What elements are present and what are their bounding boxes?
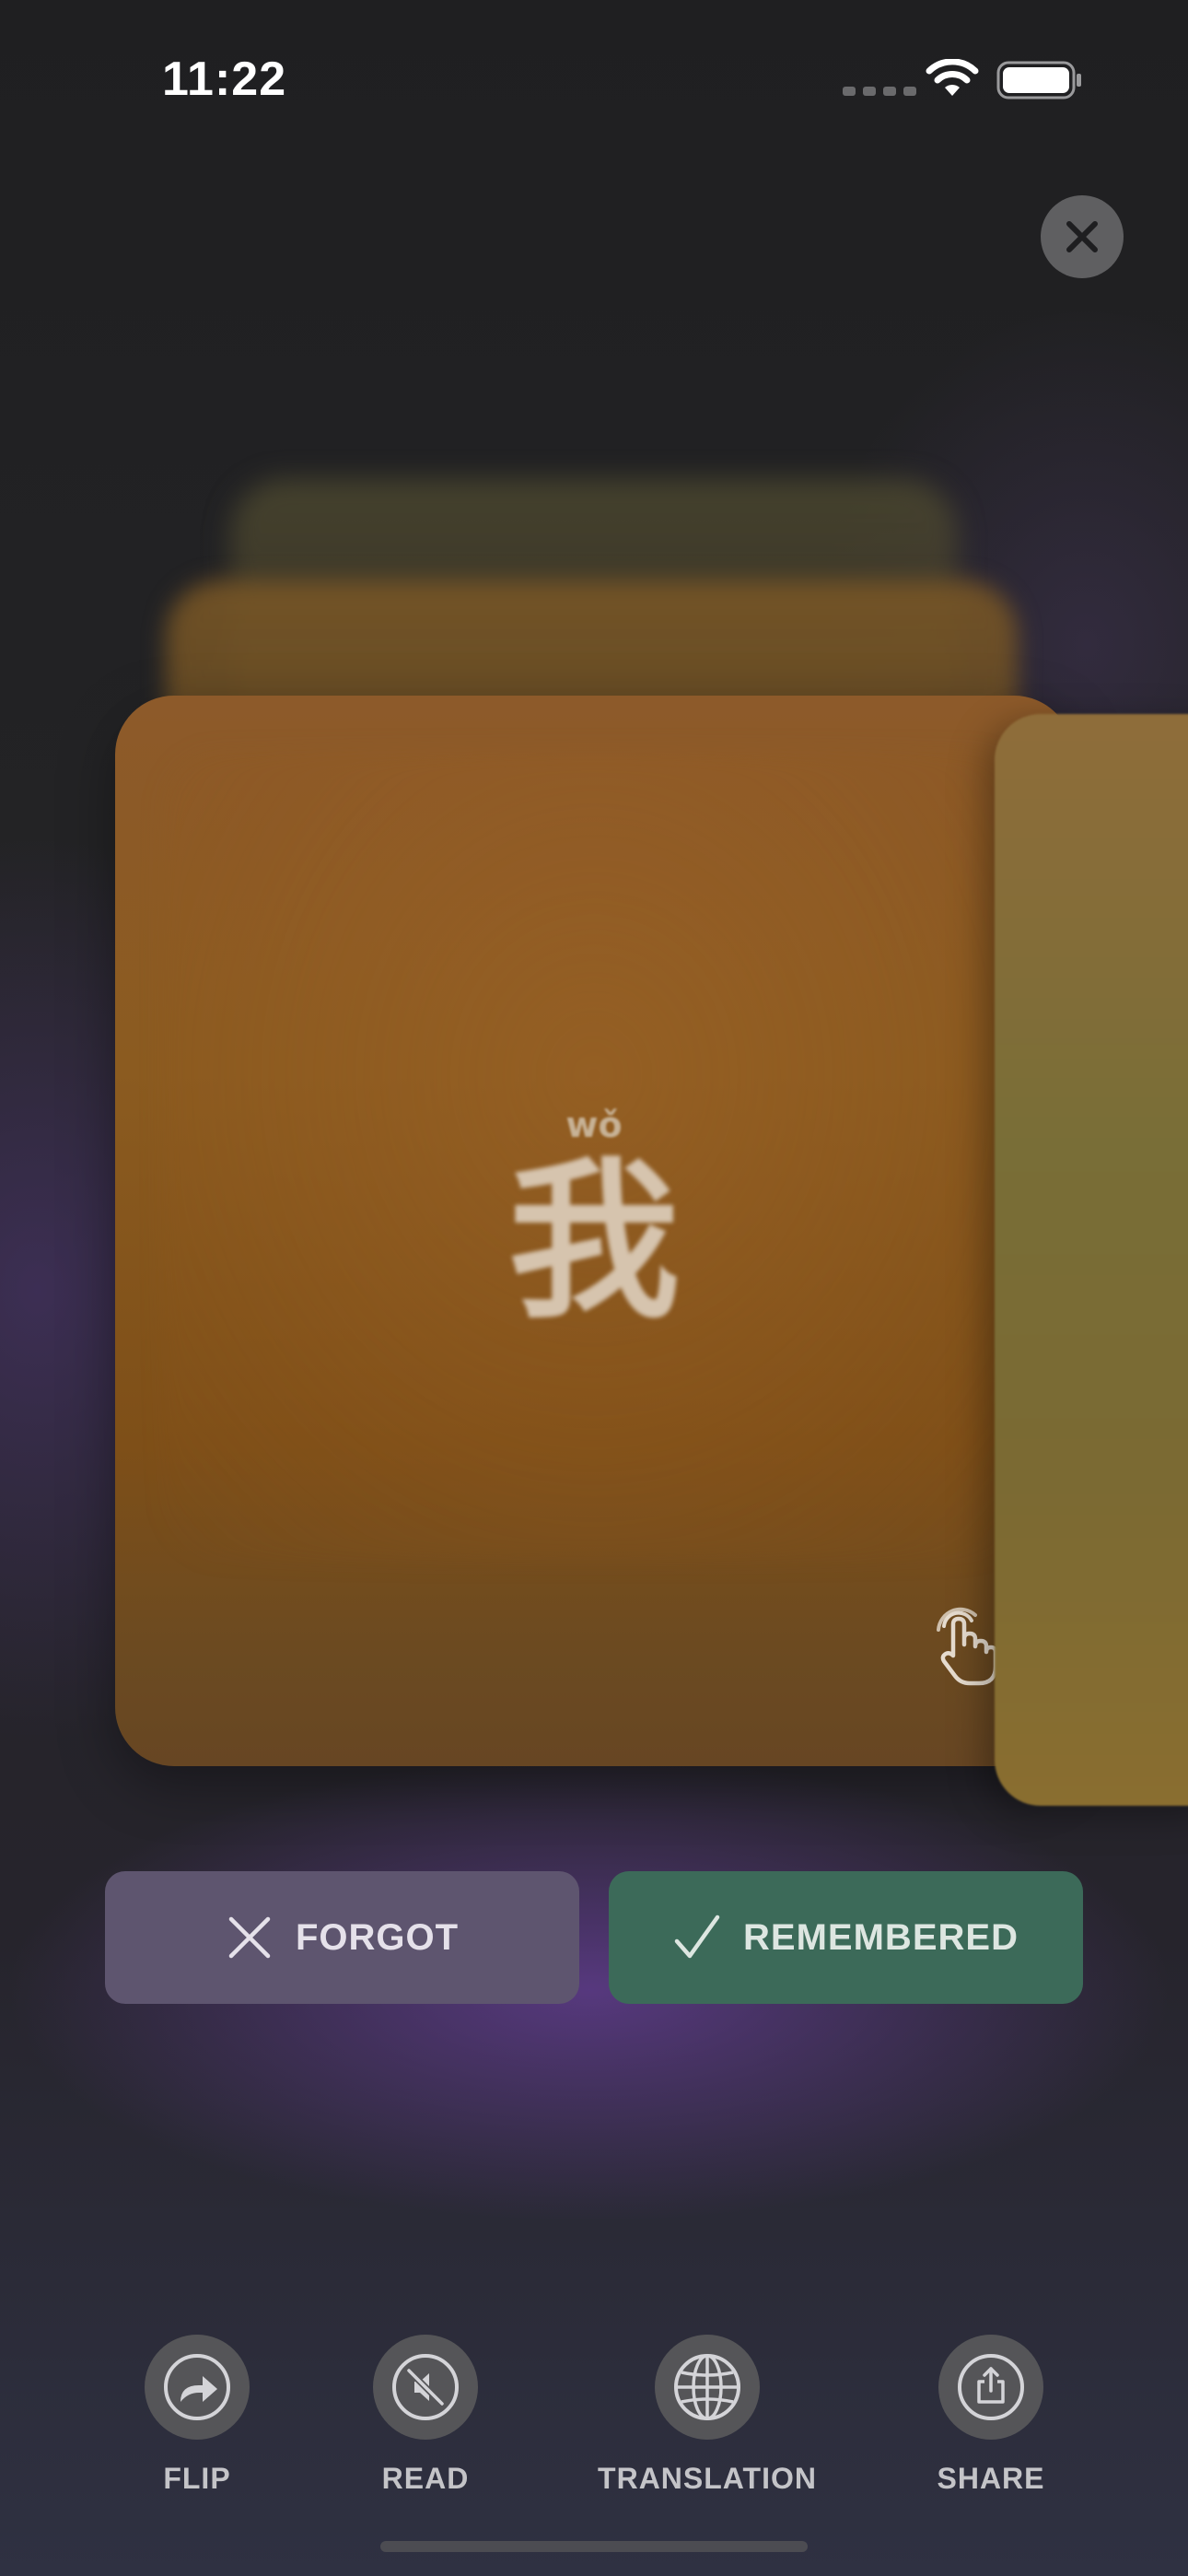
speaker-muted-icon [392, 2354, 459, 2420]
remembered-label: REMEMBERED [743, 1916, 1019, 1958]
x-icon [228, 1916, 271, 1959]
status-time: 11:22 [162, 53, 287, 106]
checkmark-icon [674, 1914, 720, 1959]
forgot-button[interactable]: FORGOT [105, 1871, 579, 2004]
read-button-circle[interactable] [373, 2335, 478, 2440]
translation-button[interactable]: TRANSLATION [569, 2335, 845, 2496]
remembered-button[interactable]: REMEMBERED [609, 1871, 1083, 2004]
share-button[interactable]: SHARE [853, 2335, 1129, 2496]
close-button[interactable] [1041, 195, 1124, 278]
share-icon [958, 2354, 1024, 2420]
read-button[interactable]: READ [287, 2335, 564, 2496]
share-button-circle[interactable] [938, 2335, 1043, 2440]
wifi-icon [926, 59, 979, 96]
share-label: SHARE [937, 2462, 1045, 2495]
flashcard[interactable]: wǒ 我 [115, 696, 1073, 1766]
home-indicator[interactable] [380, 2541, 808, 2552]
translation-button-circle[interactable] [655, 2335, 760, 2440]
globe-icon [674, 2354, 740, 2420]
flip-icon [164, 2354, 230, 2420]
forgot-label: FORGOT [295, 1916, 460, 1958]
translation-label: TRANSLATION [598, 2462, 817, 2495]
battery-icon [996, 61, 1081, 100]
next-flashcard [995, 714, 1188, 1806]
card-pinyin: wǒ [565, 1105, 623, 1145]
flip-label: FLIP [163, 2462, 231, 2495]
cellular-signal-icon [843, 87, 916, 96]
close-icon [1066, 221, 1098, 252]
read-label: READ [381, 2462, 470, 2495]
card-character: 我 [507, 1142, 680, 1341]
flip-button-circle[interactable] [145, 2335, 250, 2440]
